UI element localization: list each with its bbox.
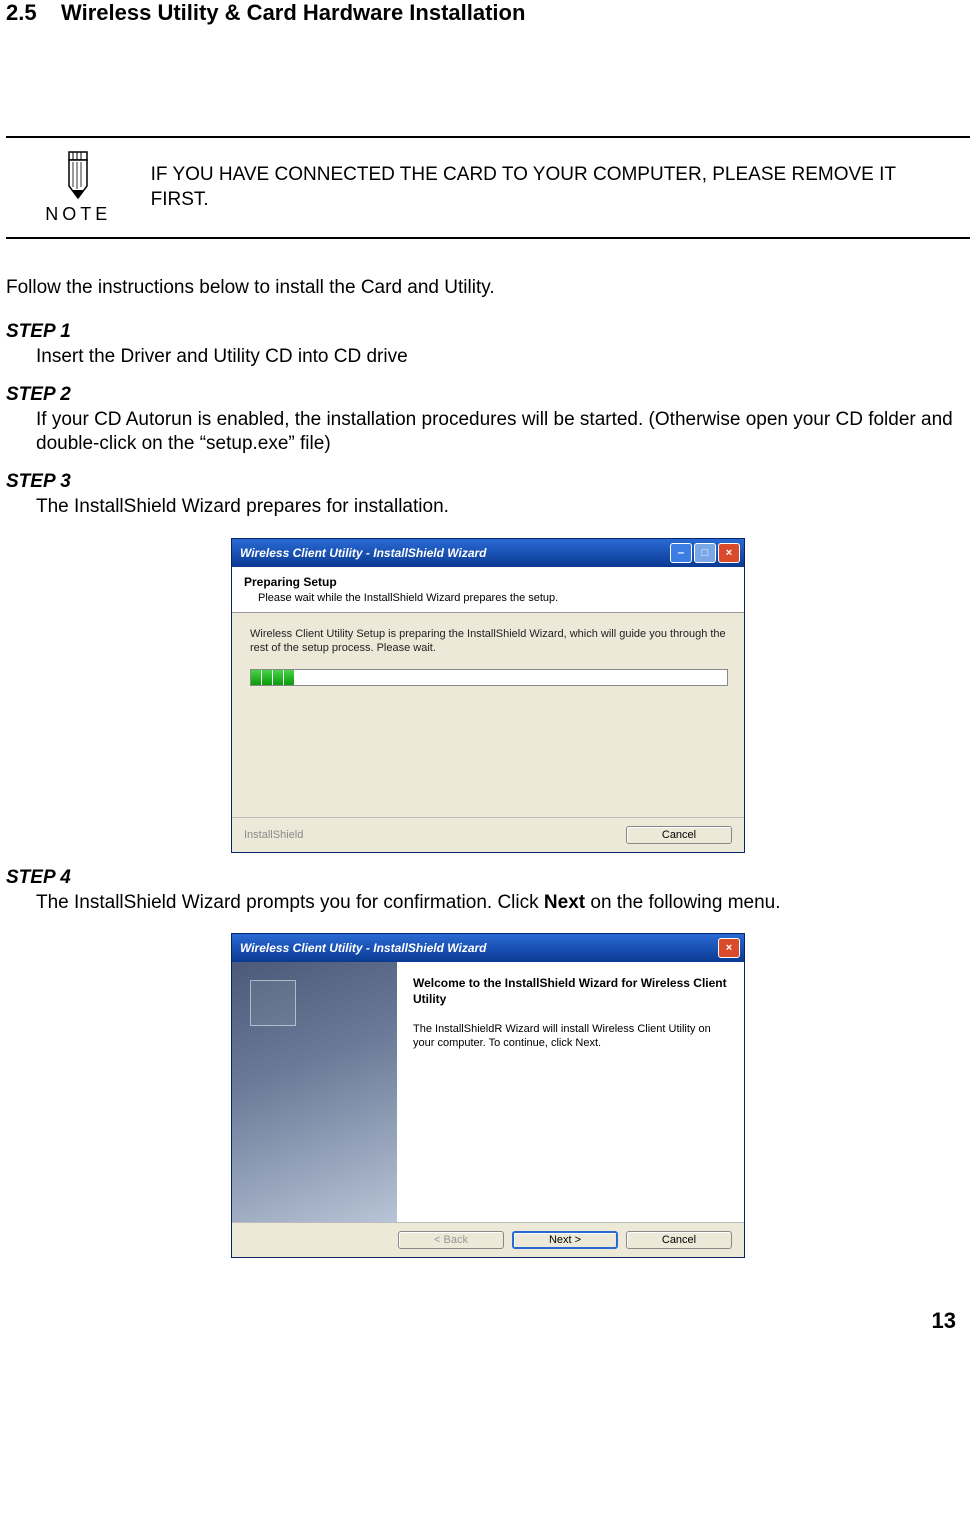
- minimize-button[interactable]: ‒: [670, 543, 692, 563]
- intro-text: Follow the instructions below to install…: [0, 269, 976, 307]
- window-title: Wireless Client Utility - InstallShield …: [240, 941, 487, 955]
- note-icon-column: NOTE: [6, 150, 151, 225]
- maximize-button[interactable]: □: [694, 543, 716, 563]
- cancel-button[interactable]: Cancel: [626, 1231, 732, 1249]
- welcome-title: Welcome to the InstallShield Wizard for …: [413, 976, 728, 1007]
- step-3-text: The InstallShield Wizard prepares for in…: [36, 495, 970, 520]
- page-number: 13: [0, 1268, 976, 1334]
- close-button[interactable]: ×: [718, 543, 740, 563]
- step-1-text: Insert the Driver and Utility CD into CD…: [36, 345, 970, 370]
- installshield-welcome-window: Wireless Client Utility - InstallShield …: [231, 933, 745, 1258]
- close-button[interactable]: ×: [718, 938, 740, 958]
- dialog-footer: InstallShield Cancel: [232, 817, 744, 852]
- dialog-body: Welcome to the InstallShield Wizard for …: [232, 962, 744, 1222]
- section-number: 2.5: [6, 0, 37, 25]
- document-page: 2.5 Wireless Utility & Card Hardware Ins…: [0, 0, 976, 1364]
- step-3-heading: STEP 3: [6, 471, 976, 493]
- dialog-header-subtitle: Please wait while the InstallShield Wiza…: [258, 592, 732, 604]
- step-4-heading: STEP 4: [6, 867, 976, 889]
- step-4-text-pre: The InstallShield Wizard prompts you for…: [36, 892, 544, 913]
- window-controls: ‒ □ ×: [670, 543, 740, 563]
- wizard-side-image: [232, 962, 397, 1222]
- step-2-heading: STEP 2: [6, 384, 976, 406]
- screenshot-2-wrap: Wireless Client Utility - InstallShield …: [0, 933, 976, 1258]
- step-4-text: The InstallShield Wizard prompts you for…: [36, 891, 970, 916]
- window-titlebar[interactable]: Wireless Client Utility - InstallShield …: [232, 934, 744, 962]
- section-title-text: Wireless Utility & Card Hardware Install…: [61, 0, 525, 25]
- dialog-footer: < Back Next > Cancel: [232, 1222, 744, 1257]
- next-button[interactable]: Next >: [512, 1231, 618, 1249]
- step-2-text: If your CD Autorun is enabled, the insta…: [36, 408, 970, 457]
- dialog-body: Wireless Client Utility Setup is prepari…: [232, 613, 744, 817]
- section-heading: 2.5 Wireless Utility & Card Hardware Ins…: [0, 0, 976, 26]
- step-4-text-bold: Next: [544, 892, 585, 913]
- note-block: NOTE IF YOU HAVE CONNECTED THE CARD TO Y…: [6, 136, 970, 239]
- dialog-body-message: Wireless Client Utility Setup is prepari…: [250, 627, 726, 656]
- dialog-header: Preparing Setup Please wait while the In…: [232, 567, 744, 613]
- wizard-right-pane: Welcome to the InstallShield Wizard for …: [397, 962, 744, 1222]
- installshield-brand-label: InstallShield: [244, 829, 303, 841]
- pencil-note-icon: [53, 150, 103, 200]
- progress-bar: [250, 669, 728, 686]
- window-title: Wireless Client Utility - InstallShield …: [240, 546, 487, 560]
- window-controls: ×: [718, 938, 740, 958]
- screenshot-1-wrap: Wireless Client Utility - InstallShield …: [0, 538, 976, 853]
- installshield-preparing-window: Wireless Client Utility - InstallShield …: [231, 538, 745, 853]
- cancel-button[interactable]: Cancel: [626, 826, 732, 844]
- back-button[interactable]: < Back: [398, 1231, 504, 1249]
- window-titlebar[interactable]: Wireless Client Utility - InstallShield …: [232, 539, 744, 567]
- progress-fill: [251, 670, 727, 685]
- step-1-heading: STEP 1: [6, 321, 976, 343]
- note-text: IF YOU HAVE CONNECTED THE CARD TO YOUR C…: [151, 163, 970, 212]
- dialog-header-title: Preparing Setup: [244, 575, 732, 589]
- welcome-text: The InstallShieldR Wizard will install W…: [413, 1022, 728, 1052]
- step-4-text-post: on the following menu.: [585, 892, 780, 913]
- note-label: NOTE: [6, 204, 151, 225]
